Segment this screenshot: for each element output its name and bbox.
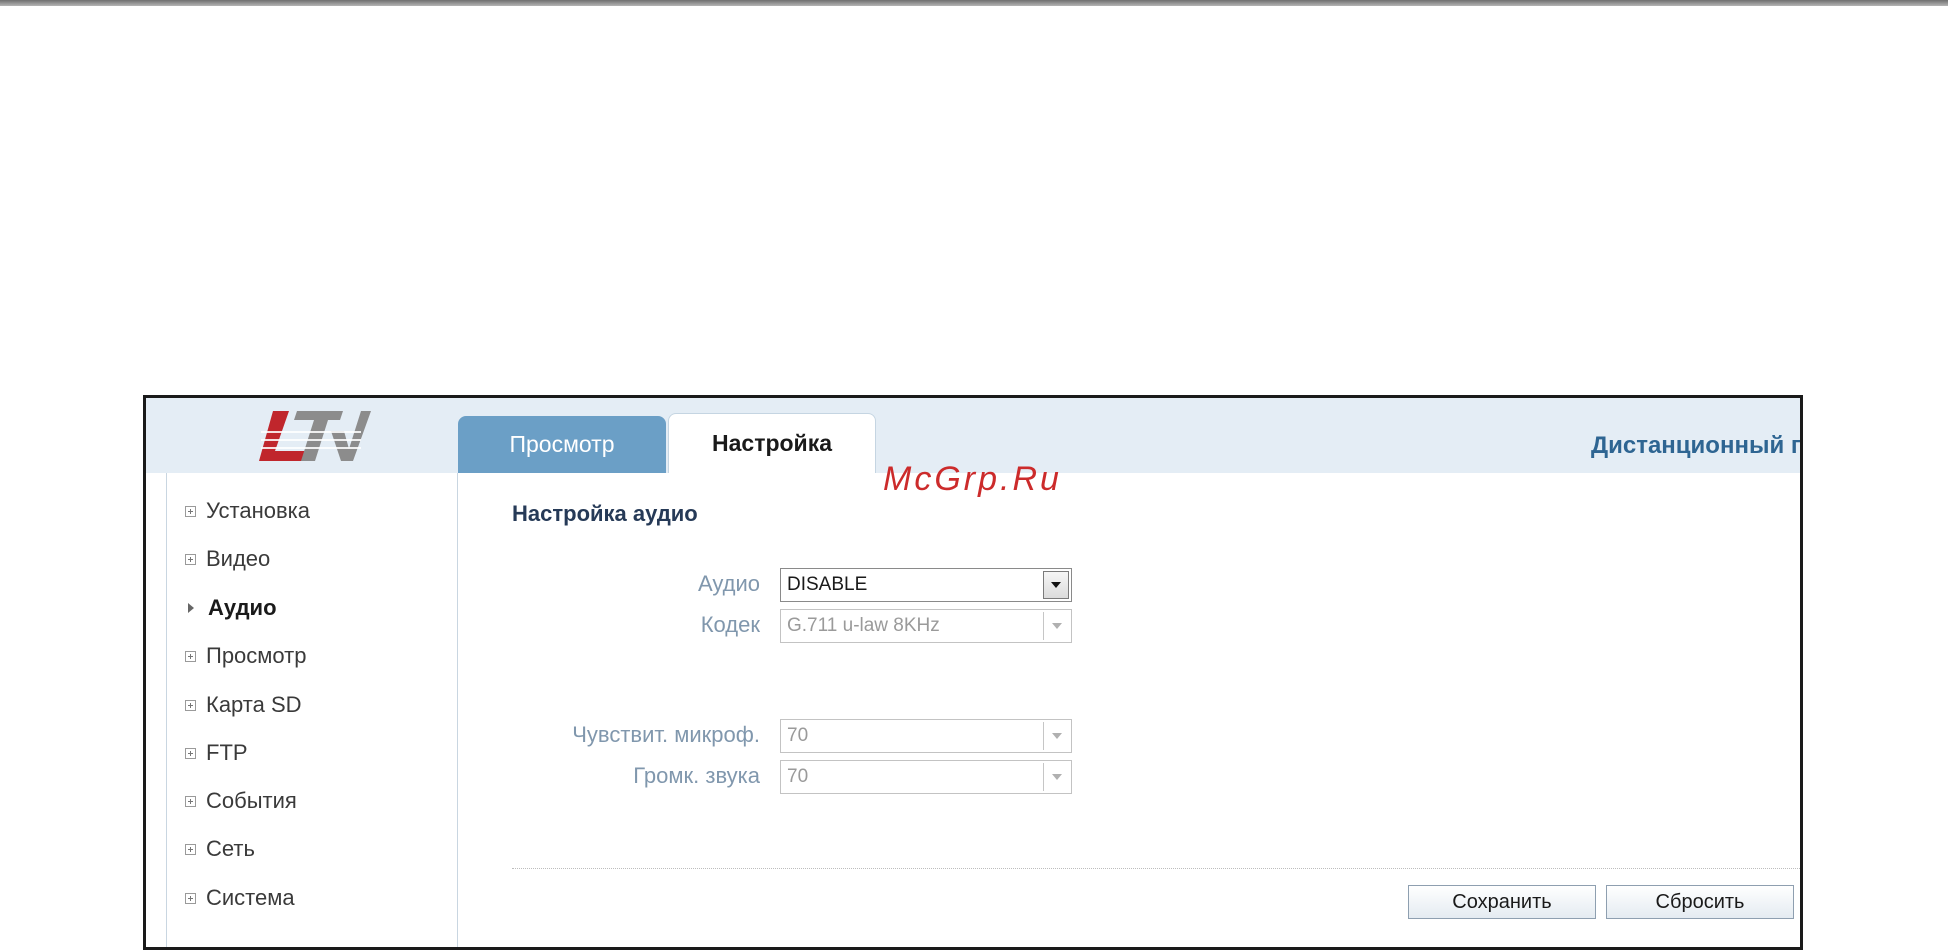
codec-label: Кодек [700, 612, 760, 637]
sidebar-item-ftp[interactable]: FTP [185, 735, 248, 771]
sidebar-item-label: События [206, 788, 297, 813]
dropdown-arrow-icon [1043, 763, 1069, 791]
main-content: Настройка аудио Аудио DISABLE Кодек G.71… [458, 473, 1800, 947]
volume-label: Громк. звука [633, 763, 760, 788]
codec-select[interactable]: G.711 u-law 8KHz [780, 609, 1072, 643]
sidebar-item-label: Установка [206, 498, 310, 523]
arrow-right-icon [188, 603, 194, 613]
codec-select-value: G.711 u-law 8KHz [787, 615, 940, 636]
audio-select-value: DISABLE [787, 574, 868, 595]
mic-sensitivity-label: Чувствит. микроф. [572, 722, 760, 747]
sidebar-item-audio[interactable]: Аудио [185, 590, 277, 626]
sidebar-item-events[interactable]: События [185, 783, 297, 819]
plus-box-icon [185, 747, 196, 759]
plus-box-icon [185, 699, 196, 711]
top-rule [0, 0, 1948, 6]
sidebar-item-setup[interactable]: Установка [185, 493, 310, 529]
section-title: Настройка аудио [512, 501, 698, 526]
mic-sensitivity-select[interactable]: 70 [780, 719, 1072, 753]
plus-box-icon [185, 843, 196, 855]
reset-button[interactable]: Сбросить [1606, 885, 1794, 919]
sidebar-item-label: Просмотр [206, 643, 307, 668]
sidebar-item-label: FTP [206, 740, 248, 765]
save-button[interactable]: Сохранить [1408, 885, 1596, 919]
sidebar-item-label: Карта SD [206, 692, 302, 717]
volume-select[interactable]: 70 [780, 760, 1072, 794]
sidebar-item-network[interactable]: Сеть [185, 831, 255, 867]
sidebar-item-label: Сеть [206, 836, 255, 861]
plus-box-icon [185, 892, 196, 904]
sidebar-item-label: Видео [206, 546, 271, 571]
dropdown-arrow-icon [1043, 612, 1069, 640]
tab-view[interactable]: Просмотр [458, 416, 666, 473]
sidebar-item-label: Аудио [208, 595, 277, 620]
audio-select[interactable]: DISABLE [780, 568, 1072, 602]
separator [512, 868, 1800, 869]
tab-settings[interactable]: Настройка [668, 413, 876, 473]
plus-box-icon [185, 505, 196, 517]
dropdown-arrow-icon [1043, 722, 1069, 750]
volume-value: 70 [787, 766, 809, 787]
plus-box-icon [185, 650, 196, 662]
sidebar-item-sd-card[interactable]: Карта SD [185, 687, 302, 723]
sidebar-item-system[interactable]: Система [185, 880, 295, 916]
sidebar-item-video[interactable]: Видео [185, 541, 270, 577]
sidebar-item-label: Система [206, 885, 295, 910]
plus-box-icon [185, 795, 196, 807]
ltv-logo [166, 398, 456, 473]
plus-box-icon [185, 553, 196, 565]
audio-label: Аудио [697, 571, 760, 596]
dropdown-arrow-icon[interactable] [1043, 571, 1069, 599]
watermark-text: McGrp.Ru [883, 460, 1062, 498]
ltv-logo-icon [259, 410, 371, 461]
sidebar-item-view[interactable]: Просмотр [185, 638, 306, 674]
sidebar: Установка Видео Аудио Просмотр Карта SD … [166, 473, 458, 947]
header-title: Дистанционный г [1591, 432, 1801, 459]
mic-sensitivity-value: 70 [787, 725, 809, 746]
